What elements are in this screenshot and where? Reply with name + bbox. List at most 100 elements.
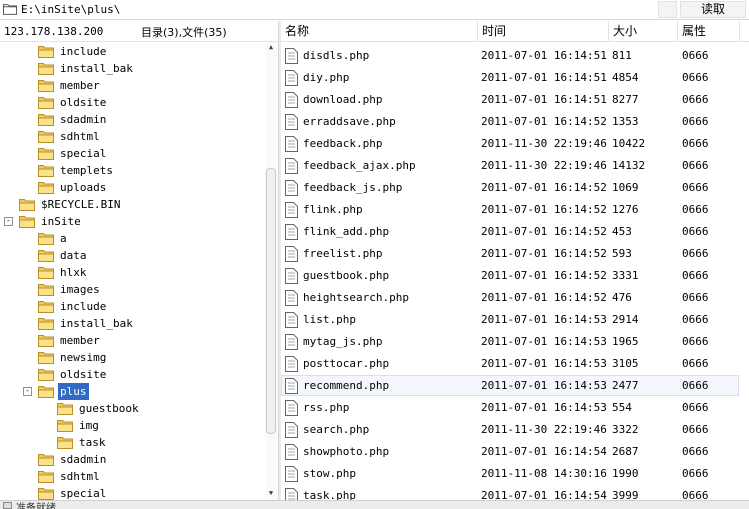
file-time: 2011-07-01 16:14:52 [481,115,607,128]
file-size: 811 [612,49,632,62]
scroll-down-arrow-icon[interactable]: ▼ [265,488,277,498]
file-attr: 0666 [682,379,709,392]
file-icon [285,290,298,306]
server-info-bar: 123.178.138.200 目录(3),文件(35) [0,21,278,42]
file-row[interactable]: list.php 2011-07-01 16:14:53 2914 0666 [281,309,739,331]
path-dropdown-button[interactable] [658,1,677,18]
file-attr: 0666 [682,445,709,458]
file-row[interactable]: erraddsave.php 2011-07-01 16:14:52 1353 066… [281,111,739,133]
file-row[interactable]: flink_add.php 2011-07-01 16:14:52 453 0666 [281,221,739,243]
file-size: 10422 [612,137,646,150]
tree-node-label: images [60,283,100,296]
tree-node-label: uploads [60,181,107,194]
tree-node-label: member [60,334,100,347]
file-row[interactable]: freelist.php 2011-07-01 16:14:52 593 0666 [281,243,739,265]
tree-node-label: include [60,45,107,58]
file-time: 2011-07-01 16:14:52 [481,269,607,282]
file-attr: 0666 [682,357,709,370]
file-attr: 0666 [682,159,709,172]
file-time: 2011-07-01 16:14:52 [481,291,607,304]
file-name: download.php [303,93,383,106]
file-name: posttocar.php [303,357,390,370]
file-icon [285,356,298,372]
tree-node-label: oldsite [60,96,107,109]
folder-icon [57,437,73,449]
file-name: feedback.php [303,137,383,150]
file-row[interactable]: rss.php 2011-07-01 16:14:53 554 0666 [281,397,739,419]
file-size: 476 [612,291,632,304]
file-attr: 0666 [682,203,709,216]
file-row[interactable]: flink.php 2011-07-01 16:14:52 1276 0666 [281,199,739,221]
tree-scroll-thumb[interactable] [266,168,276,434]
file-attr: 0666 [682,71,709,84]
file-row[interactable]: mytag_js.php 2011-07-01 16:14:53 1965 0666 [281,331,739,353]
status-bar: 准备就绪 [0,500,749,509]
folder-icon [19,216,35,228]
folder-icon [38,250,54,262]
file-attr: 0666 [682,225,709,238]
collapse-toggle-icon[interactable]: - [4,217,13,226]
file-icon [285,312,298,328]
file-row[interactable]: guestbook.php 2011-07-01 16:14:52 3331 0666 [281,265,739,287]
file-size: 2687 [612,445,639,458]
file-time: 2011-07-01 16:14:54 [481,445,607,458]
folder-icon [38,369,54,381]
file-icon [285,422,298,438]
column-header-name[interactable]: 名称 [281,21,478,41]
file-attr: 0666 [682,335,709,348]
file-time: 2011-07-01 16:14:53 [481,401,607,414]
column-header-size[interactable]: 大小 [609,21,678,41]
file-row[interactable]: heightsearch.php 2011-07-01 16:14:52 476 06… [281,287,739,309]
path-input[interactable]: E:\inSite\plus\ [21,3,120,16]
file-size: 1965 [612,335,639,348]
read-button[interactable]: 读取 [680,1,746,18]
file-icon [285,488,298,500]
file-icon [285,70,298,86]
file-size: 2477 [612,379,639,392]
file-row[interactable]: posttocar.php 2011-07-01 16:14:53 3105 0666 [281,353,739,375]
file-time: 2011-07-01 16:14:51 [481,71,607,84]
file-row[interactable]: showphoto.php 2011-07-01 16:14:54 2687 0666 [281,441,739,463]
file-row[interactable]: recommend.php 2011-07-01 16:14:53 2477 0666 [281,375,739,397]
file-name: flink_add.php [303,225,390,238]
column-header-attr[interactable]: 属性 [678,21,740,41]
collapse-toggle-icon[interactable]: - [23,387,32,396]
file-attr: 0666 [682,93,709,106]
file-row[interactable]: feedback_js.php 2011-07-01 16:14:52 1069 06… [281,177,739,199]
tree-node-label: task [79,436,106,449]
folder-icon [38,335,54,347]
file-row[interactable]: search.php 2011-11-30 22:19:46 3322 0666 [281,419,739,441]
directory-tree: include install_bak member oldsite sdadmin sd… [0,42,278,500]
file-icon [285,224,298,240]
file-time: 2011-11-30 22:19:46 [481,423,607,436]
tree-node-label: templets [60,164,113,177]
file-icon [285,48,298,64]
file-time: 2011-11-08 14:30:16 [481,467,607,480]
file-row[interactable]: download.php 2011-07-01 16:14:51 8277 0666 [281,89,739,111]
file-name: recommend.php [303,379,390,392]
file-size: 4854 [612,71,639,84]
file-icon [285,400,298,416]
folder-icon [19,199,35,211]
scroll-up-arrow-icon[interactable]: ▲ [265,42,277,52]
folder-icon [38,80,54,92]
column-header-time[interactable]: 时间 [478,21,609,41]
tree-node-label: sdhtml [60,470,100,483]
file-row[interactable]: feedback_ajax.php 2011-11-30 22:19:46 1413… [281,155,739,177]
folder-icon [57,420,73,432]
file-row[interactable]: task.php 2011-07-01 16:14:54 3999 0666 [281,485,739,500]
file-row[interactable]: disdls.php 2011-07-01 16:14:51 811 0666 [281,45,739,67]
tree-node-label: install_bak [60,317,133,330]
file-icon [285,246,298,262]
folder-icon [38,386,54,398]
file-row[interactable]: diy.php 2011-07-01 16:14:51 4854 0666 [281,67,739,89]
file-name: heightsearch.php [303,291,409,304]
file-list: disdls.php 2011-07-01 16:14:51 811 0666 diy.… [281,42,749,500]
file-row[interactable]: feedback.php 2011-11-30 22:19:46 10422 0666 [281,133,739,155]
folder-icon [38,97,54,109]
file-name: showphoto.php [303,445,390,458]
folder-icon [38,352,54,364]
file-name: stow.php [303,467,356,480]
file-row[interactable]: stow.php 2011-11-08 14:30:16 1990 0666 [281,463,739,485]
file-attr: 0666 [682,313,709,326]
